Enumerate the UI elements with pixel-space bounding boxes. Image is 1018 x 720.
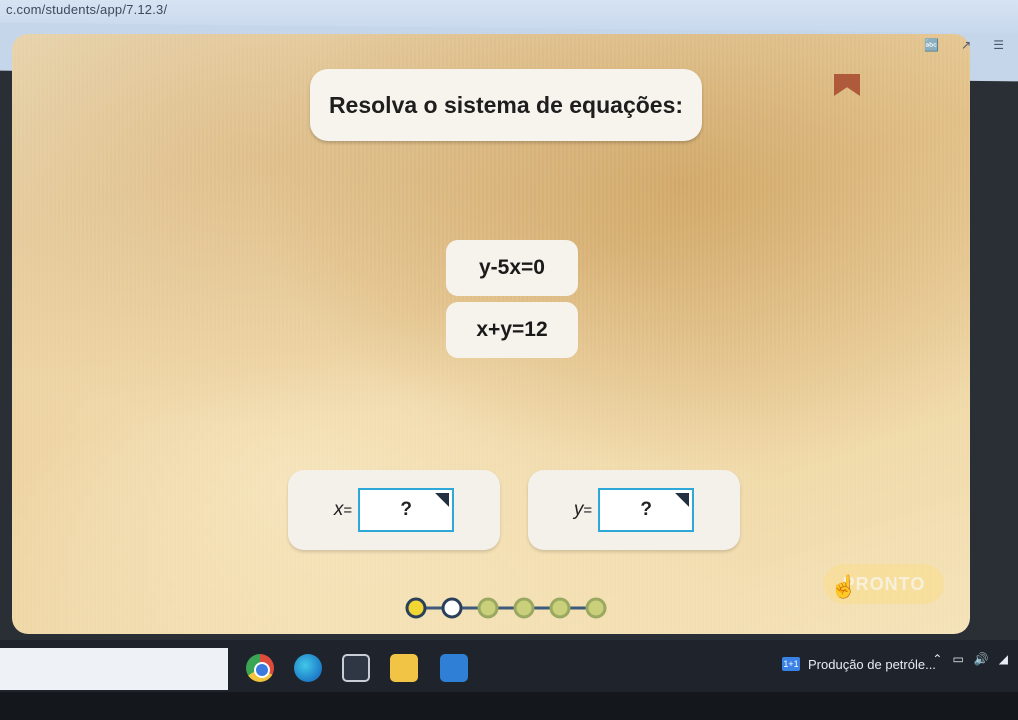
chrome-icon[interactable] [246,654,274,682]
answer-y-box: y= ? [528,470,740,550]
progress-indicator [405,597,607,619]
progress-step-3 [477,597,499,619]
windows-taskbar: 1+1 Produção de petróle... ⌃ ▭ 🔊 ◢ [0,640,1018,692]
progress-step-1 [405,597,427,619]
chevron-up-icon[interactable]: ⌃ [932,652,942,666]
x-answer-placeholder: ? [400,499,412,520]
monitor-bezel [0,692,1018,720]
game-panel: Resolva o sistema de equações: y-5x=0 x+… [12,34,970,634]
x-label: x= [333,499,353,520]
taskbar-notification[interactable]: 1+1 Produção de petróle... [782,652,936,676]
hand-cursor-icon: ☝ [830,574,858,599]
x-dropdown-icon[interactable] [435,493,450,507]
address-bar-url[interactable]: c.com/students/app/7.12.3/ [6,2,167,17]
edge-icon[interactable] [294,654,322,682]
progress-step-4 [513,597,535,619]
bookmark-icon[interactable] [834,74,860,96]
equation-2: x+y=12 [446,302,578,358]
news-badge-icon: 1+1 [782,657,800,671]
system-tray: ⌃ ▭ 🔊 ◢ [932,652,1008,666]
x-answer-input[interactable]: ? [358,488,455,532]
progress-step-2 [441,597,463,619]
browser-toolbar-icons: 🔤 ↗ ☰ [924,38,1004,52]
translate-icon[interactable]: 🔤 [924,38,939,52]
file-explorer-icon[interactable] [390,654,418,682]
network-icon[interactable]: ◢ [999,652,1008,666]
progress-step-5 [549,597,571,619]
y-label: y= [573,499,593,520]
mail-icon[interactable] [440,654,468,682]
store-icon[interactable] [342,654,370,682]
y-dropdown-icon[interactable] [675,493,690,507]
y-answer-placeholder: ? [640,499,652,520]
display-icon[interactable]: ▭ [952,652,963,666]
volume-icon[interactable]: 🔊 [974,652,989,666]
y-answer-input[interactable]: ? [598,488,695,532]
answer-x-box: x= ? [288,470,500,550]
progress-step-6 [585,597,607,619]
extensions-icon[interactable]: ☰ [993,38,1004,52]
equation-2-text: x+y=12 [476,318,548,341]
equation-1-text: y-5x=0 [479,256,545,279]
equation-1: y-5x=0 [446,240,578,296]
share-icon[interactable]: ↗ [961,38,971,52]
problem-title: Resolva o sistema de equações: [310,69,702,141]
notification-text: Produção de petróle... [808,656,936,672]
taskbar-search-box[interactable] [0,648,228,690]
